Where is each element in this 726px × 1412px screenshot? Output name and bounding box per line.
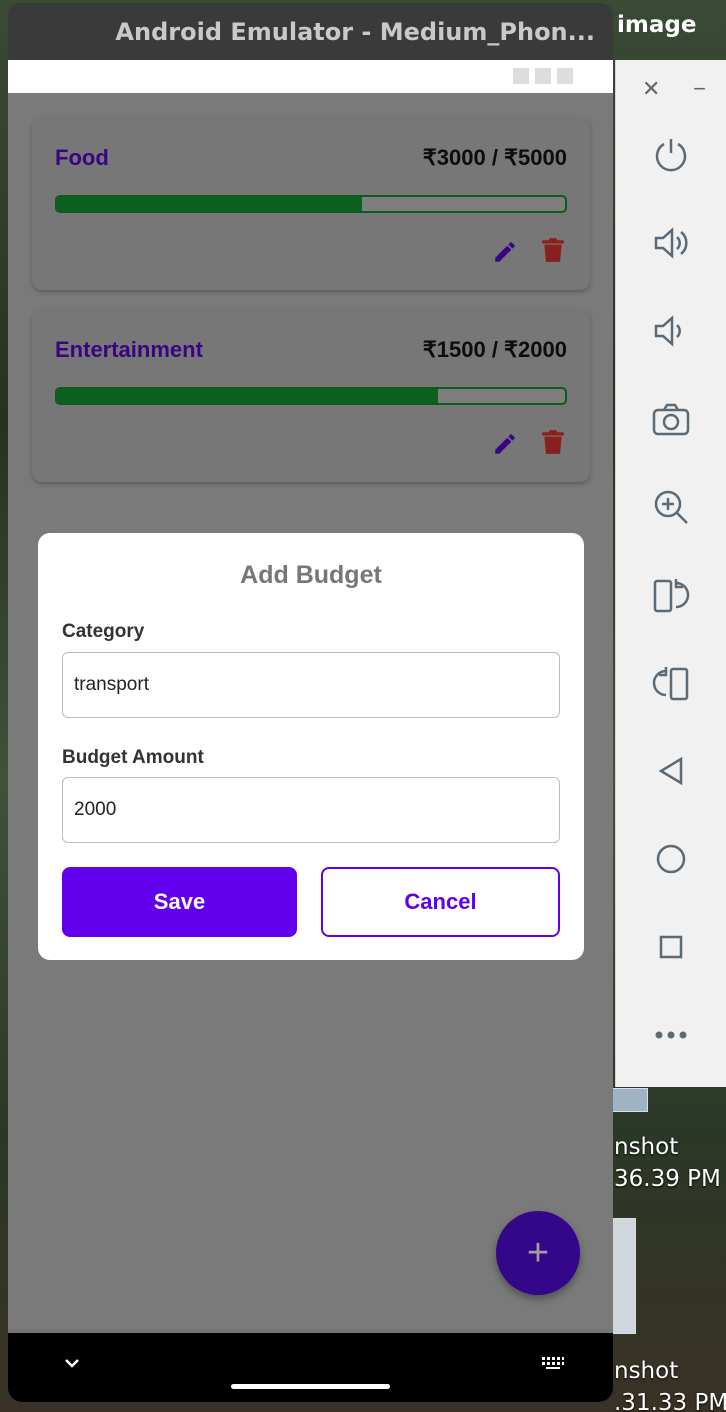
budget-progress-fill [57, 197, 362, 211]
budget-category: Entertainment [55, 337, 203, 362]
overview-icon[interactable] [648, 924, 694, 970]
rotate-right-icon[interactable] [648, 660, 694, 706]
category-input[interactable] [62, 652, 560, 718]
window-title: Android Emulator - Medium_Phon... [115, 17, 595, 46]
add-budget-dialog: Add Budget Category Budget Amount Save C… [38, 533, 584, 960]
dialog-title: Add Budget [240, 561, 382, 589]
rotate-left-icon[interactable] [648, 572, 694, 618]
budget-amount-input[interactable] [62, 777, 560, 843]
cancel-button[interactable]: Cancel [321, 867, 560, 937]
camera-icon[interactable] [648, 396, 694, 442]
save-button[interactable]: Save [62, 867, 297, 937]
budget-amount-label: Budget Amount [62, 747, 204, 768]
status-icons [513, 68, 573, 84]
budget-card: Food ₹3000 / ₹5000 [32, 117, 590, 290]
edit-icon[interactable] [492, 431, 518, 457]
desktop-file-label: nshot [614, 1134, 679, 1160]
desktop-file-thumbnail[interactable] [612, 1218, 636, 1334]
budget-category: Food [55, 145, 109, 170]
emulator-toolbar: ✕ − [615, 60, 726, 1087]
delete-icon[interactable] [542, 429, 564, 455]
budget-list: Food ₹3000 / ₹5000 Entertainment ₹1500 /… [8, 93, 613, 1369]
desktop-file-thumbnail[interactable] [612, 1088, 648, 1112]
chevron-down-icon[interactable] [64, 1357, 80, 1369]
minimize-icon[interactable]: − [693, 76, 706, 102]
status-bar [8, 60, 613, 93]
zoom-in-icon[interactable] [648, 484, 694, 530]
volume-down-icon[interactable] [648, 308, 694, 354]
emulator-titlebar[interactable]: Android Emulator - Medium_Phon... [8, 3, 613, 60]
home-gesture-handle[interactable] [231, 1384, 390, 1389]
volume-up-icon[interactable] [648, 220, 694, 266]
budget-progress-bar [55, 195, 567, 213]
close-icon[interactable]: ✕ [642, 76, 660, 102]
edit-icon[interactable] [492, 239, 518, 265]
keyboard-icon[interactable] [541, 1355, 565, 1371]
power-icon[interactable] [648, 132, 694, 178]
phone-screen: Food ₹3000 / ₹5000 Entertainment ₹1500 /… [8, 60, 613, 1402]
home-icon[interactable] [648, 836, 694, 882]
budget-amount: ₹3000 / ₹5000 [422, 145, 567, 170]
signal-icon [535, 68, 551, 84]
budget-progress-fill [57, 389, 438, 403]
budget-progress-bar [55, 387, 567, 405]
battery-icon [557, 68, 573, 84]
back-icon[interactable] [648, 748, 694, 794]
category-label: Category [62, 621, 145, 642]
add-budget-fab[interactable]: + [496, 1211, 580, 1295]
delete-icon[interactable] [542, 237, 564, 263]
toolbar-window-controls: ✕ − [616, 76, 726, 102]
budget-amount: ₹1500 / ₹2000 [422, 337, 567, 362]
wifi-icon [513, 68, 529, 84]
image-tab[interactable]: image [617, 12, 696, 38]
system-navigation-bar [8, 1333, 613, 1402]
more-icon[interactable] [648, 1012, 694, 1058]
desktop-file-label: 36.39 PM [614, 1166, 721, 1192]
desktop-file-label: nshot [614, 1358, 679, 1384]
desktop-file-label: .31.33 PM [614, 1390, 726, 1412]
budget-card: Entertainment ₹1500 / ₹2000 [32, 309, 590, 482]
